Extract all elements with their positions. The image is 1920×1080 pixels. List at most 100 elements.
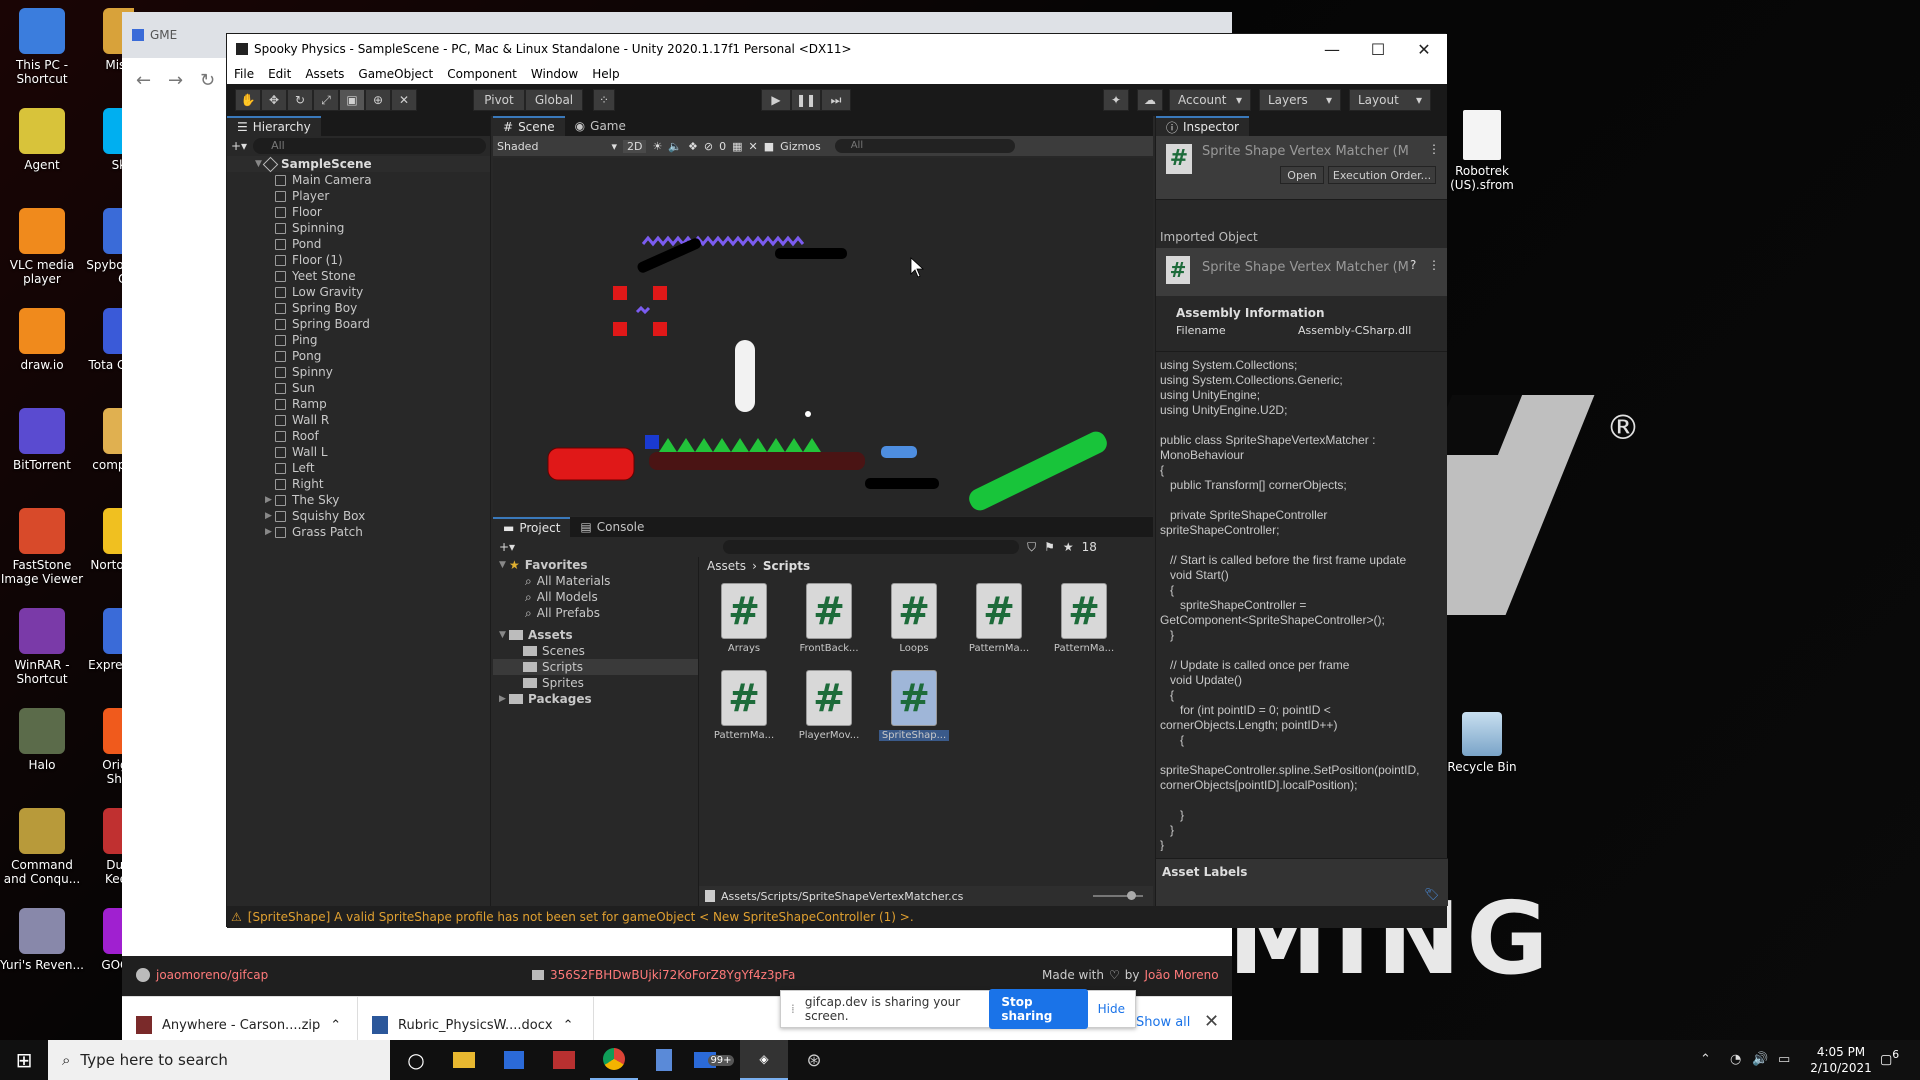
hierarchy-item[interactable]: Player [227, 188, 490, 204]
forward-button[interactable]: → [168, 70, 183, 91]
move-tool-icon[interactable]: ✥ [261, 89, 287, 111]
desktop-icon[interactable]: draw.io [0, 308, 84, 408]
hierarchy-item[interactable]: Sun [227, 380, 490, 396]
global-toggle[interactable]: Global [525, 89, 583, 111]
favorite-star-icon[interactable]: ★ [1063, 540, 1074, 554]
hierarchy-item[interactable]: ▶ Grass Patch [227, 524, 490, 540]
expand-arrow-icon[interactable]: ▼ [499, 627, 509, 643]
hierarchy-item[interactable]: Wall R [227, 412, 490, 428]
desktop-icon[interactable]: This PC - Shortcut [0, 8, 84, 108]
hierarchy-item[interactable]: Wall L [227, 444, 490, 460]
notification-center-icon[interactable]: ▢6 [1880, 1048, 1899, 1067]
hierarchy-item[interactable]: Pong [227, 348, 490, 364]
menu-file[interactable]: File [227, 67, 261, 81]
hierarchy-item[interactable]: Floor (1) [227, 252, 490, 268]
asset-folder[interactable]: Scenes [493, 643, 698, 659]
hierarchy-item[interactable]: Ping [227, 332, 490, 348]
rect-tool-icon[interactable]: ▣ [339, 89, 365, 111]
reload-button[interactable]: ↻ [200, 70, 215, 91]
hierarchy-item[interactable]: ▶ Squishy Box [227, 508, 490, 524]
add-icon[interactable]: +▾ [231, 139, 247, 153]
effects-icon[interactable]: ❖ [688, 140, 698, 153]
hierarchy-item[interactable]: Spinny [227, 364, 490, 380]
rotate-tool-icon[interactable]: ↻ [287, 89, 313, 111]
grid-icon[interactable]: ▦ [732, 140, 742, 153]
hierarchy-item[interactable]: ▶ The Sky [227, 492, 490, 508]
menu-component[interactable]: Component [440, 67, 524, 81]
maximize-icon[interactable]: ☐ [1355, 34, 1401, 64]
camera-icon[interactable]: ■ [764, 140, 774, 153]
audio-icon[interactable]: 🔈 [668, 140, 682, 153]
close-download-bar-icon[interactable]: ✕ [1204, 1011, 1219, 1032]
scale-tool-icon[interactable]: ⤢ [313, 89, 339, 111]
unity-taskbar-icon[interactable]: ◈ [740, 1040, 788, 1080]
scene-search-input[interactable]: All [834, 139, 1015, 153]
menu-assets[interactable]: Assets [298, 67, 351, 81]
asset-tile[interactable]: # FrontBack... [794, 583, 864, 654]
icon-size-slider[interactable] [1093, 891, 1143, 900]
hierarchy-item[interactable]: Spring Board [227, 316, 490, 332]
collab-icon[interactable]: ✦ [1103, 89, 1129, 111]
step-button[interactable]: ⏭ [821, 89, 851, 111]
asset-tile[interactable]: # Loops [879, 583, 949, 654]
asset-tile[interactable]: # SpriteShap... [879, 670, 949, 741]
asset-tile[interactable]: # PlayerMov... [794, 670, 864, 741]
menu-help[interactable]: Help [585, 67, 626, 81]
layers-dropdown[interactable]: Layers ▾ [1259, 89, 1341, 111]
desktop-icon-robotrek[interactable]: Robotrek (US).sfrom [1440, 110, 1524, 192]
open-button[interactable]: Open [1280, 166, 1324, 184]
menu-edit[interactable]: Edit [261, 67, 298, 81]
close-icon[interactable]: ✕ [1401, 34, 1447, 64]
favorites-node[interactable]: ▼ ★ Favorites [493, 557, 698, 573]
expand-arrow-icon[interactable]: ▶ [265, 524, 275, 540]
drag-handle-icon[interactable]: ⁞ [791, 1002, 795, 1016]
store-icon[interactable] [490, 1040, 538, 1080]
gizmos-dropdown[interactable]: Gizmos [780, 140, 821, 153]
play-button[interactable]: ▶ [761, 89, 791, 111]
hierarchy-item[interactable]: Roof [227, 428, 490, 444]
taskbar-search-input[interactable]: ⌕ Type here to search [48, 1040, 390, 1080]
chevron-up-icon[interactable]: ⌃ [563, 1018, 574, 1033]
game-app-icon[interactable] [540, 1040, 588, 1080]
tab-project[interactable]: ▬ Project [493, 517, 571, 537]
expand-arrow-icon[interactable]: ▶ [499, 691, 509, 707]
filter-by-type-icon[interactable]: ⛉ [1027, 540, 1036, 555]
custom-tool-icon[interactable]: ✕ [391, 89, 417, 111]
hidden-objects-icon[interactable]: ⊘ [704, 140, 713, 153]
2d-toggle[interactable]: 2D [623, 139, 647, 153]
tray-chevron-icon[interactable]: ⌃ [1700, 1052, 1711, 1067]
packages-node[interactable]: ▶ Packages [493, 691, 698, 707]
volume-icon[interactable]: 🔊 [1752, 1052, 1768, 1067]
shading-mode-dropdown[interactable]: Shaded ▾ [497, 140, 617, 153]
wallet-address[interactable]: 356S2FBHDwBUjki72KoForZ8YgYf4z3pFa [532, 968, 795, 982]
breadcrumb-scripts[interactable]: Scripts [763, 559, 810, 573]
asset-folder[interactable]: Sprites [493, 675, 698, 691]
hand-tool-icon[interactable]: ✋ [235, 89, 261, 111]
tools-icon[interactable]: ✕ [749, 140, 758, 153]
hierarchy-item[interactable]: Left [227, 460, 490, 476]
browser-tab[interactable]: GME [132, 28, 177, 42]
chrome-icon[interactable] [590, 1040, 638, 1080]
desktop-icon[interactable]: WinRAR - Shortcut [0, 608, 84, 708]
favorite-item[interactable]: ⌕ All Models [493, 589, 698, 605]
more-options-icon[interactable]: ⋮ [1428, 142, 1440, 156]
hierarchy-item[interactable]: Ramp [227, 396, 490, 412]
asset-tile[interactable]: # PatternMa... [964, 583, 1034, 654]
stop-sharing-button[interactable]: Stop sharing [989, 989, 1088, 1029]
chevron-up-icon[interactable]: ⌃ [330, 1018, 341, 1033]
slider-thumb[interactable] [1127, 891, 1136, 900]
hierarchy-search-input[interactable]: All [253, 138, 486, 154]
desktop-icon[interactable]: BitTorrent [0, 408, 84, 508]
pause-button[interactable]: ❚❚ [791, 89, 821, 111]
tab-scene[interactable]: # Scene [493, 116, 565, 136]
grid-snap-icon[interactable]: ⁘ [593, 89, 615, 111]
asset-tile[interactable]: # PatternMa... [1049, 583, 1119, 654]
tab-hierarchy[interactable]: ☰ Hierarchy [227, 116, 321, 136]
menu-gameobject[interactable]: GameObject [351, 67, 440, 81]
lighting-icon[interactable]: ☀ [652, 140, 662, 153]
hierarchy-item[interactable]: Floor [227, 204, 490, 220]
wifi-icon[interactable]: ◔ [1730, 1052, 1741, 1067]
asset-tile[interactable]: # PatternMa... [709, 670, 779, 741]
add-asset-icon[interactable]: +▾ [499, 540, 515, 554]
minimize-icon[interactable]: — [1309, 34, 1355, 64]
